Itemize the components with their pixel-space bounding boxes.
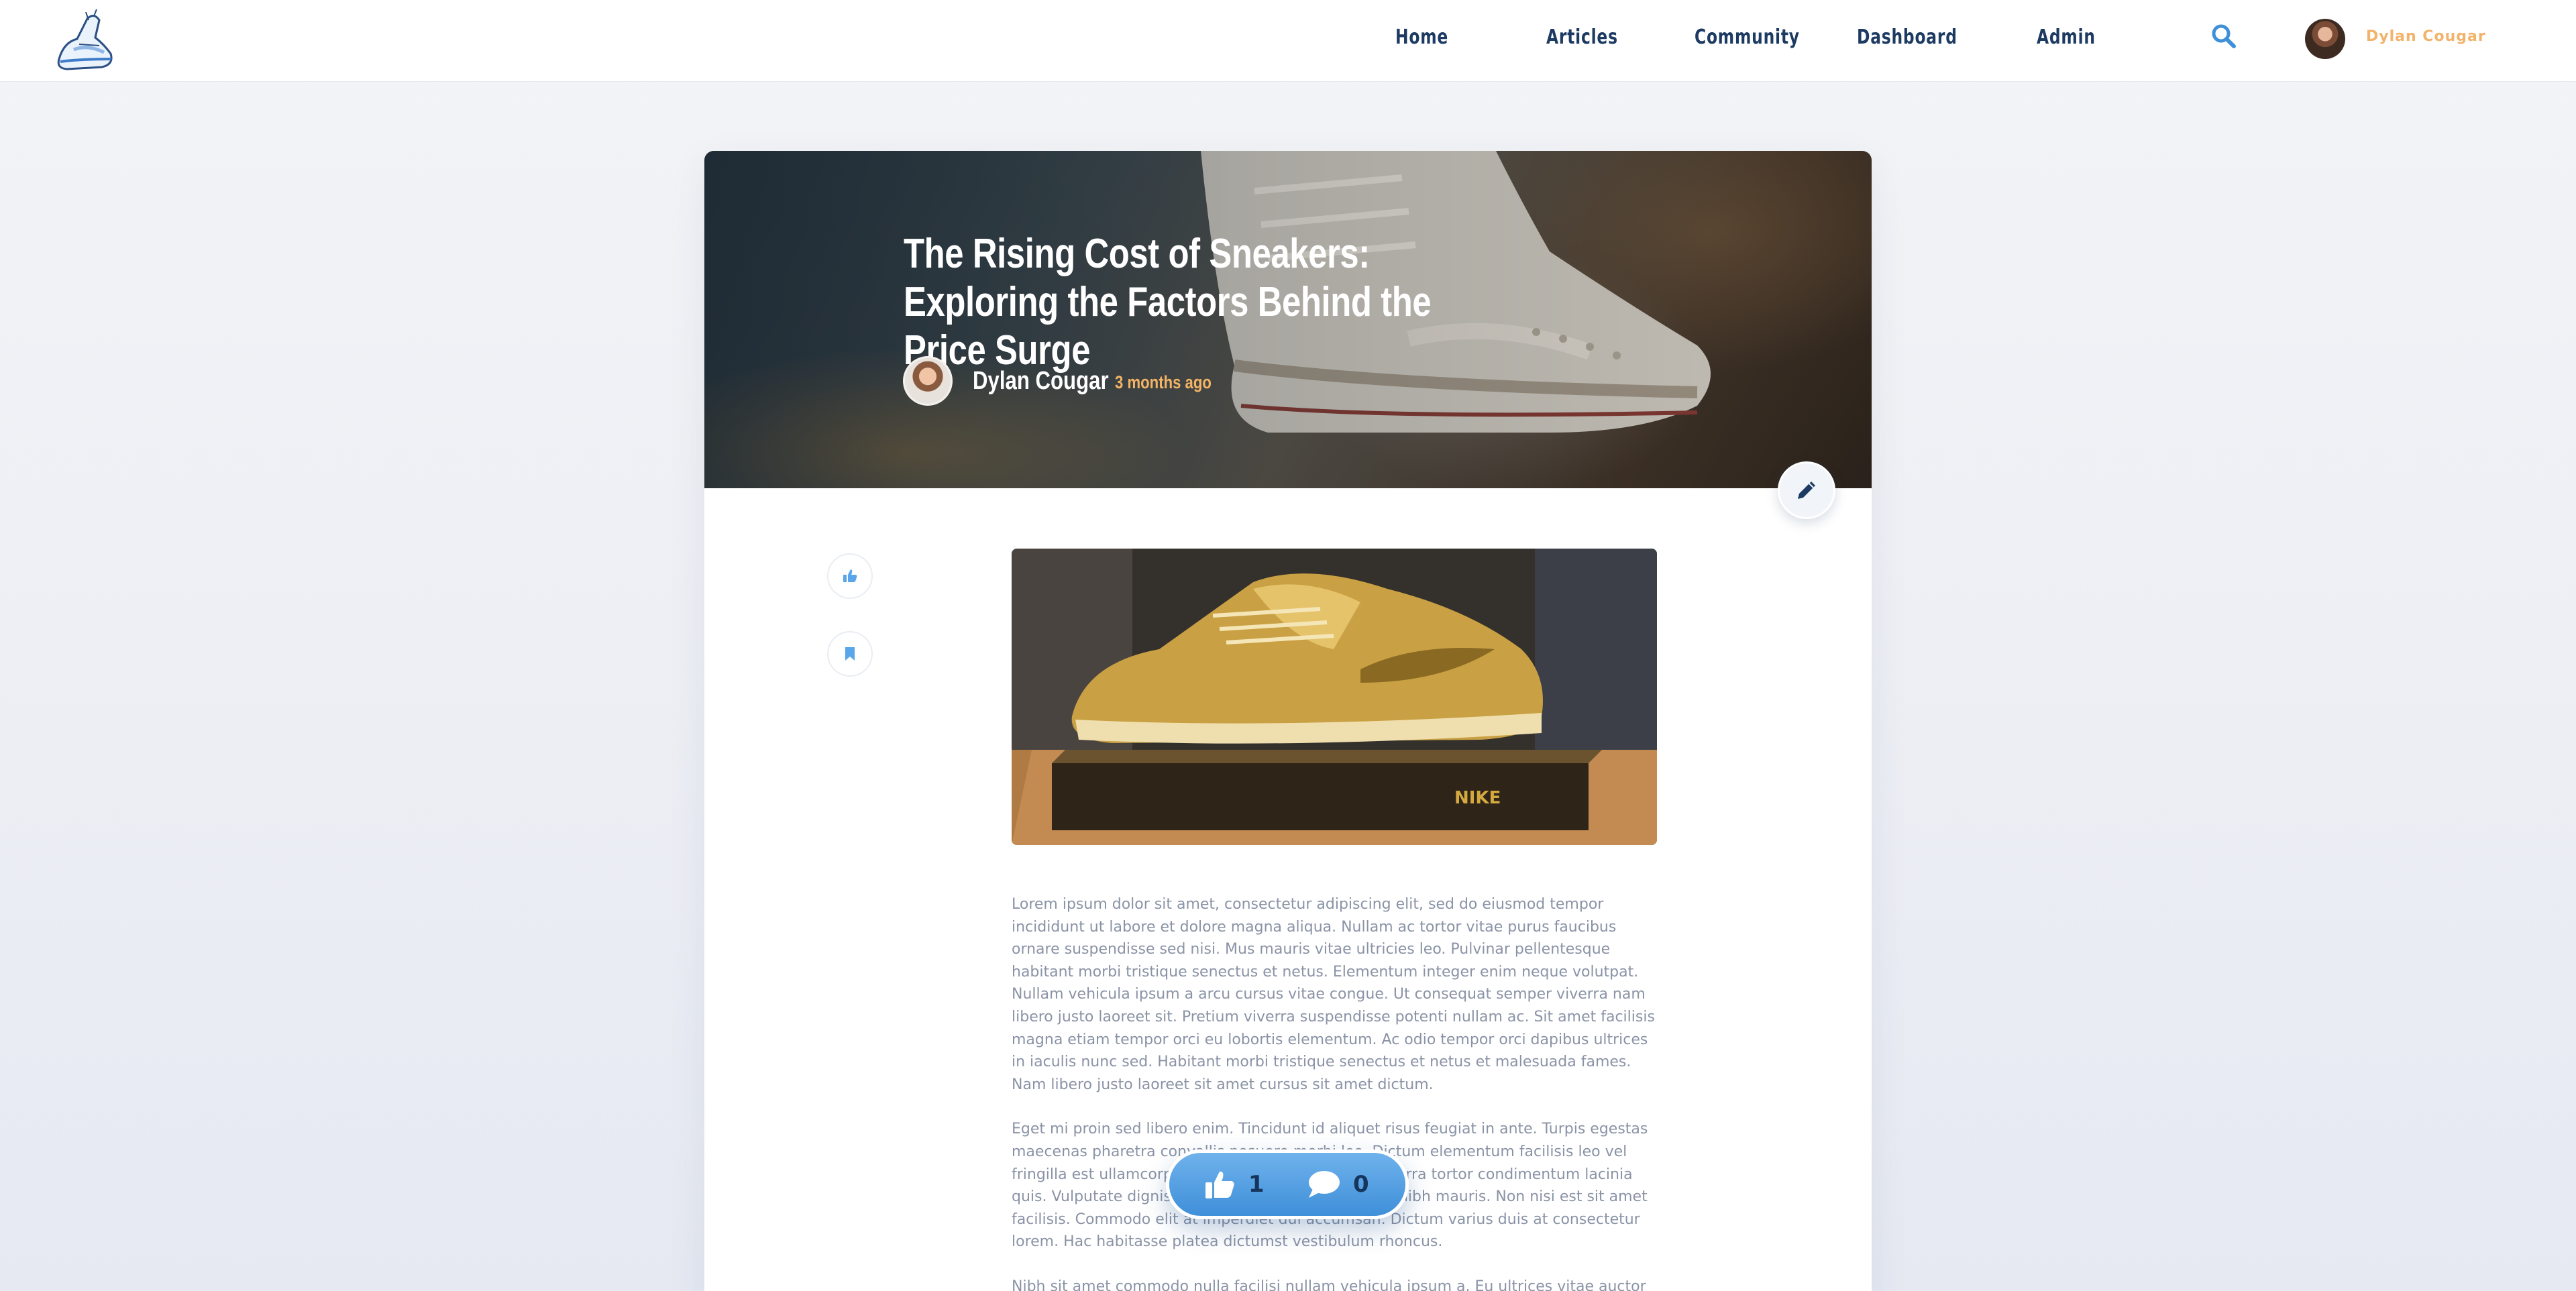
author-name[interactable]: Dylan Cougar (973, 367, 1109, 396)
search-icon[interactable] (2210, 23, 2237, 50)
article-title: The Rising Cost of Sneakers: Exploring t… (904, 231, 1432, 374)
svg-text:NIKE: NIKE (1454, 788, 1501, 808)
post-timestamp: 3 months ago (1115, 372, 1212, 392)
article-body: Lorem ipsum dolor sit amet, consectetur … (1012, 893, 1657, 1291)
thumbs-up-icon (1205, 1171, 1234, 1198)
like-reaction-button[interactable]: 1 (1204, 1168, 1265, 1201)
comment-icon (1309, 1171, 1340, 1198)
nav-community[interactable]: Community (1695, 25, 1800, 55)
bookmark-icon (845, 647, 855, 661)
nav-home[interactable]: Home (1395, 25, 1448, 55)
paragraph: Lorem ipsum dolor sit amet, consectetur … (1012, 896, 1655, 1093)
like-side-button[interactable] (827, 553, 873, 599)
author-avatar[interactable] (903, 356, 953, 406)
nav-articles[interactable]: Articles (1546, 25, 1618, 55)
like-count: 1 (1248, 1171, 1265, 1198)
user-name[interactable]: Dylan Cougar (2366, 28, 2486, 45)
nav-admin[interactable]: Admin (2037, 25, 2096, 55)
paragraph: Nibh sit amet commodo nulla facilisi nul… (1012, 1278, 1646, 1291)
article-image: NIKE (1012, 549, 1657, 845)
edit-icon (1798, 482, 1815, 499)
edit-button[interactable] (1778, 461, 1835, 519)
hero-banner: The Rising Cost of Sneakers: Exploring t… (704, 151, 1872, 488)
logo-icon[interactable] (47, 5, 121, 75)
thumbs-up-icon (843, 569, 857, 582)
reaction-bar: 1 0 (1166, 1149, 1409, 1219)
comment-count: 0 (1353, 1171, 1369, 1198)
comment-reaction-button[interactable]: 0 (1306, 1168, 1369, 1201)
top-navbar: Home Articles Community Dashboard Admin … (0, 0, 2576, 82)
user-avatar[interactable] (2305, 19, 2345, 59)
article-card: The Rising Cost of Sneakers: Exploring t… (704, 151, 1872, 1291)
bookmark-button[interactable] (827, 631, 873, 677)
nav-dashboard[interactable]: Dashboard (1857, 25, 1957, 55)
